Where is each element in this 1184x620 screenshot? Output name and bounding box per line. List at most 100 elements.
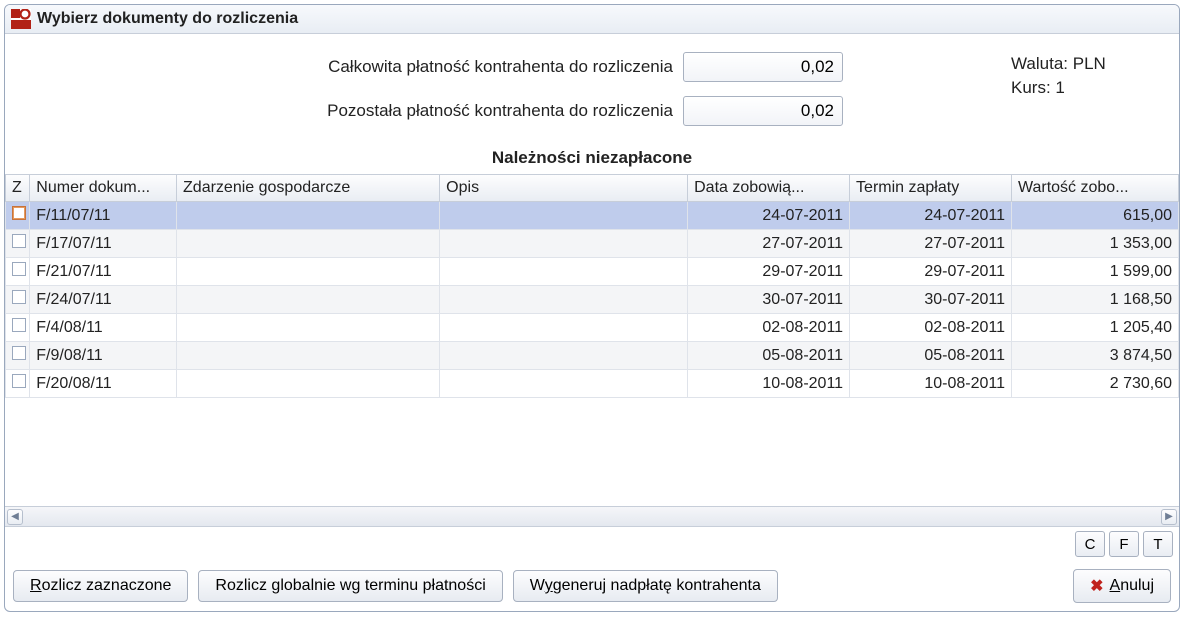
cell-data: 30-07-2011 xyxy=(688,286,850,314)
cell-termin: 27-07-2011 xyxy=(850,230,1012,258)
table-row[interactable]: F/17/07/1127-07-201127-07-20111 353,00 xyxy=(6,230,1179,258)
scroll-right-icon[interactable]: ▶ xyxy=(1161,509,1177,525)
col-header-opis[interactable]: Opis xyxy=(440,175,688,202)
cell-zdarzenie xyxy=(177,370,440,398)
row-checkbox[interactable] xyxy=(12,318,26,332)
horizontal-scrollbar[interactable]: ◀ ▶ xyxy=(5,506,1179,526)
header-area: Całkowita płatność kontrahenta do rozlic… xyxy=(5,34,1179,148)
cell-opis xyxy=(440,230,688,258)
total-payment-label: Całkowita płatność kontrahenta do rozlic… xyxy=(13,57,673,77)
cell-data: 02-08-2011 xyxy=(688,314,850,342)
row-checkbox[interactable] xyxy=(12,262,26,276)
cell-zdarzenie xyxy=(177,314,440,342)
row-checkbox[interactable] xyxy=(12,346,26,360)
mini-button-f[interactable]: F xyxy=(1109,531,1139,557)
row-checkbox[interactable] xyxy=(12,206,26,220)
row-checkbox[interactable] xyxy=(12,290,26,304)
rozlicz-zaznaczone-button[interactable]: Rozlicz zaznaczone xyxy=(13,570,188,602)
dialog-window: Wybierz dokumenty do rozliczenia Całkowi… xyxy=(4,4,1180,612)
col-header-zdarzenie[interactable]: Zdarzenie gospodarcze xyxy=(177,175,440,202)
cell-numer: F/17/07/11 xyxy=(30,230,177,258)
rate-label: Kurs: xyxy=(1011,78,1051,97)
mini-button-t[interactable]: T xyxy=(1143,531,1173,557)
cell-data: 10-08-2011 xyxy=(688,370,850,398)
col-header-numer[interactable]: Numer dokum... xyxy=(30,175,177,202)
table-empty-area xyxy=(5,398,1179,506)
cell-zdarzenie xyxy=(177,342,440,370)
anuluj-button[interactable]: ✖ Anuluj xyxy=(1073,569,1171,603)
col-header-data[interactable]: Data zobowią... xyxy=(688,175,850,202)
scroll-left-icon[interactable]: ◀ xyxy=(7,509,23,525)
cell-numer: F/11/07/11 xyxy=(30,202,177,230)
table-row[interactable]: F/9/08/1105-08-201105-08-20113 874,50 xyxy=(6,342,1179,370)
cell-zdarzenie xyxy=(177,258,440,286)
cell-data: 29-07-2011 xyxy=(688,258,850,286)
cell-data: 24-07-2011 xyxy=(688,202,850,230)
col-header-termin[interactable]: Termin zapłaty xyxy=(850,175,1012,202)
cancel-icon: ✖ xyxy=(1090,576,1103,596)
cell-termin: 02-08-2011 xyxy=(850,314,1012,342)
cell-opis xyxy=(440,314,688,342)
table-row[interactable]: F/4/08/1102-08-201102-08-20111 205,40 xyxy=(6,314,1179,342)
rozlicz-globalnie-button[interactable]: Rozlicz globalnie wg terminu płatności xyxy=(198,570,502,602)
row-checkbox-cell[interactable] xyxy=(6,202,30,230)
cell-wartosc: 3 874,50 xyxy=(1011,342,1178,370)
cell-termin: 29-07-2011 xyxy=(850,258,1012,286)
wygeneruj-nadplate-button[interactable]: Wygeneruj nadpłatę kontrahenta xyxy=(513,570,778,602)
cell-termin: 10-08-2011 xyxy=(850,370,1012,398)
col-header-z[interactable]: Z xyxy=(6,175,30,202)
row-checkbox-cell[interactable] xyxy=(6,258,30,286)
remaining-payment-input[interactable] xyxy=(683,96,843,126)
cell-zdarzenie xyxy=(177,230,440,258)
remaining-payment-label: Pozostała płatność kontrahenta do rozlic… xyxy=(13,101,673,121)
cell-zdarzenie xyxy=(177,286,440,314)
table-header-row: Z Numer dokum... Zdarzenie gospodarcze O… xyxy=(6,175,1179,202)
row-checkbox-cell[interactable] xyxy=(6,370,30,398)
cell-numer: F/20/08/11 xyxy=(30,370,177,398)
cell-wartosc: 1 168,50 xyxy=(1011,286,1178,314)
currency-value: PLN xyxy=(1073,54,1106,73)
cell-opis xyxy=(440,202,688,230)
row-checkbox-cell[interactable] xyxy=(6,342,30,370)
row-checkbox-cell[interactable] xyxy=(6,314,30,342)
row-checkbox-cell[interactable] xyxy=(6,286,30,314)
cell-wartosc: 615,00 xyxy=(1011,202,1178,230)
cell-opis xyxy=(440,286,688,314)
total-payment-input[interactable] xyxy=(683,52,843,82)
cell-numer: F/21/07/11 xyxy=(30,258,177,286)
cell-data: 27-07-2011 xyxy=(688,230,850,258)
table-row[interactable]: F/20/08/1110-08-201110-08-20112 730,60 xyxy=(6,370,1179,398)
cell-opis xyxy=(440,258,688,286)
section-title: Należności niezapłacone xyxy=(5,148,1179,174)
table-row[interactable]: F/24/07/1130-07-201130-07-20111 168,50 xyxy=(6,286,1179,314)
cell-opis xyxy=(440,342,688,370)
mini-button-c[interactable]: C xyxy=(1075,531,1105,557)
cell-termin: 24-07-2011 xyxy=(850,202,1012,230)
cell-wartosc: 2 730,60 xyxy=(1011,370,1178,398)
rate-value: 1 xyxy=(1055,78,1064,97)
cell-numer: F/9/08/11 xyxy=(30,342,177,370)
cell-wartosc: 1 599,00 xyxy=(1011,258,1178,286)
row-checkbox-cell[interactable] xyxy=(6,230,30,258)
row-checkbox[interactable] xyxy=(12,234,26,248)
window-title: Wybierz dokumenty do rozliczenia xyxy=(37,10,298,28)
row-checkbox[interactable] xyxy=(12,374,26,388)
cell-opis xyxy=(440,370,688,398)
cell-data: 05-08-2011 xyxy=(688,342,850,370)
table-area: Z Numer dokum... Zdarzenie gospodarcze O… xyxy=(5,174,1179,561)
mini-button-row: C F T xyxy=(5,526,1179,561)
table-row[interactable]: F/21/07/1129-07-201129-07-20111 599,00 xyxy=(6,258,1179,286)
cell-wartosc: 1 353,00 xyxy=(1011,230,1178,258)
titlebar: Wybierz dokumenty do rozliczenia xyxy=(5,5,1179,34)
table-row[interactable]: F/11/07/1124-07-201124-07-2011615,00 xyxy=(6,202,1179,230)
cell-termin: 05-08-2011 xyxy=(850,342,1012,370)
app-icon xyxy=(11,9,31,29)
cell-numer: F/24/07/11 xyxy=(30,286,177,314)
receivables-table[interactable]: Z Numer dokum... Zdarzenie gospodarcze O… xyxy=(5,175,1179,398)
cell-numer: F/4/08/11 xyxy=(30,314,177,342)
button-bar: Rozlicz zaznaczone Rozlicz globalnie wg … xyxy=(5,561,1179,611)
col-header-wartosc[interactable]: Wartość zobo... xyxy=(1011,175,1178,202)
cell-wartosc: 1 205,40 xyxy=(1011,314,1178,342)
cell-zdarzenie xyxy=(177,202,440,230)
currency-label: Waluta: xyxy=(1011,54,1068,73)
